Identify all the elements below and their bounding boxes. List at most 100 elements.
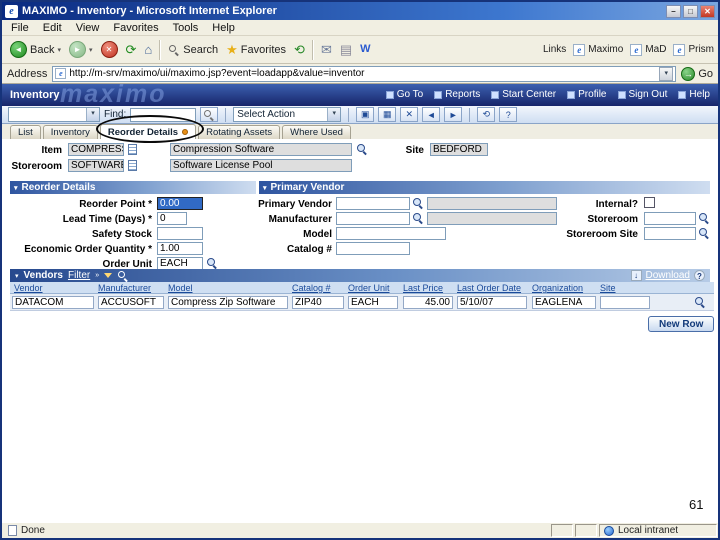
go-button[interactable]: → Go [681,66,713,81]
filter-link[interactable]: Filter [68,270,90,281]
col-order-unit[interactable]: Order Unit [348,283,390,293]
storeroom-description-field[interactable]: Software License Pool [170,159,352,172]
mail-button[interactable]: ✉ [317,42,336,57]
edit-button[interactable]: W [356,42,374,57]
select-action-dropdown[interactable]: Select Action ▾ [233,107,342,122]
filter-funnel-icon[interactable] [104,273,113,278]
download-link[interactable]: Download [646,270,690,281]
goto-link[interactable]: Go To [385,89,423,100]
storeroom-field[interactable]: SOFTWARE [68,159,124,172]
address-dropdown-icon[interactable]: ▾ [659,66,674,81]
col-vendor[interactable]: Vendor [14,283,43,293]
menu-edit[interactable]: Edit [36,22,69,34]
manufacturer-lookup-icon[interactable] [412,212,424,224]
minimize-button[interactable]: – [666,4,681,18]
link-maximo[interactable]: e Maximo [573,43,623,56]
link-prism[interactable]: e Prism [673,43,714,56]
col-manufacturer[interactable]: Manufacturer [98,283,151,293]
clear-changes-button[interactable]: ✕ [400,107,419,122]
history-button[interactable]: ⟲ [290,42,309,57]
pv-storeroom-lookup-icon[interactable] [698,212,710,224]
stop-button[interactable]: ✕ [97,40,122,59]
sign-out-link[interactable]: Sign Out [617,89,667,100]
item-description-field[interactable]: Compression Software [170,143,352,156]
search-button[interactable]: Search [164,43,222,57]
previous-record-button[interactable]: ◄ [422,107,441,122]
query-select[interactable]: ▾ [8,107,100,122]
forward-button[interactable]: ► ▾ [65,40,97,59]
address-url[interactable]: http://m-srv/maximo/ui/maximo.jsp?event=… [69,68,656,79]
reports-link[interactable]: Reports [434,89,480,100]
new-record-button[interactable]: ▣ [356,107,375,122]
cell-model[interactable]: Compress Zip Software [168,296,288,309]
col-model[interactable]: Model [168,283,193,293]
find-search-button[interactable] [200,107,219,122]
history-toolbar-button[interactable]: ⟲ [477,107,496,122]
cell-site[interactable] [600,296,650,309]
address-input[interactable]: e http://m-srv/maximo/ui/maximo.jsp?even… [52,65,677,82]
print-button[interactable]: ▤ [336,42,356,57]
col-catalog[interactable]: Catalog # [292,283,331,293]
cell-organization[interactable]: EAGLENA [532,296,596,309]
col-site[interactable]: Site [600,283,616,293]
collapse-icon[interactable]: ▾ [15,272,19,280]
link-mad[interactable]: e MaD [630,43,666,56]
long-description-icon[interactable] [128,160,137,171]
cell-manufacturer[interactable]: ACCUSOFT [98,296,164,309]
new-row-button[interactable]: New Row [648,316,715,332]
menu-help[interactable]: Help [205,22,242,34]
table-search-icon[interactable] [117,270,129,282]
row-detail-icon[interactable] [694,296,706,308]
model-field[interactable] [336,227,446,240]
long-description-icon[interactable] [128,144,137,155]
cell-last-order-date[interactable]: 5/10/07 [457,296,527,309]
favorites-button[interactable]: ★ Favorites [222,42,290,57]
primary-vendor-lookup-icon[interactable] [412,197,424,209]
lead-time-field[interactable]: 0 [157,212,187,225]
menu-view[interactable]: View [69,22,107,34]
menu-file[interactable]: File [4,22,36,34]
cell-catalog[interactable]: ZIP40 [292,296,344,309]
tab-where-used[interactable]: Where Used [282,125,351,139]
manufacturer-field[interactable] [336,212,410,225]
forward-dropdown-icon[interactable]: ▾ [89,46,93,54]
col-last-order-date[interactable]: Last Order Date [457,283,521,293]
next-record-button[interactable]: ► [444,107,463,122]
tab-inventory[interactable]: Inventory [42,125,98,139]
menu-favorites[interactable]: Favorites [106,22,165,34]
cell-last-price[interactable]: 45.00 [403,296,453,309]
find-input[interactable] [130,107,197,122]
col-last-price[interactable]: Last Price [403,283,443,293]
back-dropdown-icon[interactable]: ▾ [57,46,61,54]
filter-expand-icon[interactable]: » [95,272,99,279]
tab-reorder-details[interactable]: Reorder Details [99,124,197,139]
col-organization[interactable]: Organization [532,283,583,293]
tab-rotating-assets[interactable]: Rotating Assets [198,125,281,139]
catalog-field[interactable] [336,242,410,255]
back-button[interactable]: ◄ Back ▾ [6,40,65,59]
internal-checkbox[interactable] [644,197,655,208]
download-icon[interactable]: ↓ [630,270,642,281]
help-toolbar-button[interactable]: ? [499,107,518,122]
storeroom-site-field[interactable] [644,227,696,240]
refresh-button[interactable]: ⟳ [122,42,141,57]
start-center-link[interactable]: Start Center [491,89,556,100]
table-row[interactable]: DATACOM ACCUSOFT Compress Zip Software Z… [10,294,714,311]
menu-tools[interactable]: Tools [166,22,206,34]
profile-link[interactable]: Profile [567,89,607,100]
tab-list[interactable]: List [10,125,41,139]
help-link[interactable]: Help [678,89,710,100]
table-help-icon[interactable]: ? [694,270,705,281]
collapse-icon[interactable]: ▾ [263,184,267,192]
cell-vendor[interactable]: DATACOM [12,296,94,309]
cell-order-unit[interactable]: EACH [348,296,398,309]
save-button[interactable]: ▦ [378,107,397,122]
home-button[interactable]: ⌂ [140,42,156,57]
collapse-icon[interactable]: ▾ [14,184,18,192]
close-button[interactable]: ✕ [700,4,715,18]
primary-vendor-field[interactable] [336,197,410,210]
site-field[interactable]: BEDFORD [430,143,488,156]
order-unit-lookup-icon[interactable] [206,257,218,269]
pv-storeroom-field[interactable] [644,212,696,225]
storeroom-site-lookup-icon[interactable] [698,227,710,239]
